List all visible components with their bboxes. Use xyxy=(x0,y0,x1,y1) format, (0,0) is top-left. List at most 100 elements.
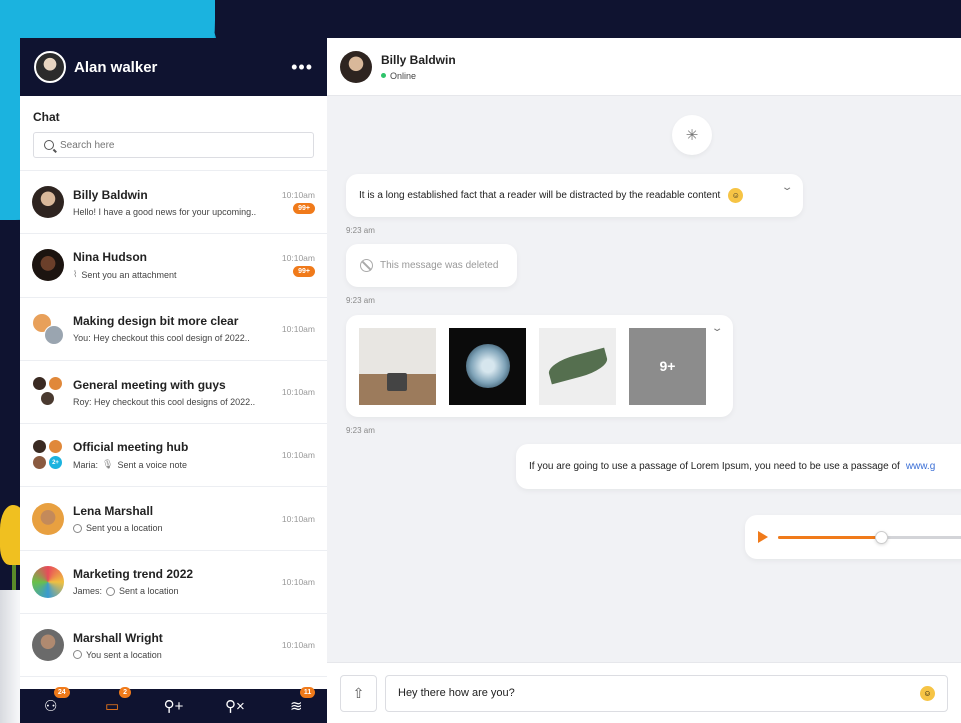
message-time: 9:23 am xyxy=(346,226,375,235)
avatar xyxy=(32,186,64,219)
avatar xyxy=(32,502,64,535)
chat-time: 10:10am xyxy=(281,576,315,587)
member-avatar xyxy=(32,455,47,471)
chat-time: 10:10am xyxy=(281,190,315,201)
loading-spinner-icon: ✳ xyxy=(672,115,712,155)
contact-avatar[interactable] xyxy=(340,50,372,83)
chevron-down-icon[interactable]: ⌄ xyxy=(711,323,724,334)
image-gallery-message: 9+ ⌄ xyxy=(346,315,733,417)
chat-time: 10:10am xyxy=(281,323,315,334)
avatar xyxy=(32,629,64,662)
search-box[interactable] xyxy=(33,132,314,158)
gallery-image-rose[interactable] xyxy=(449,327,526,405)
message-time: 9:23 am xyxy=(346,426,375,435)
message-text: It is a long established fact that a rea… xyxy=(359,190,721,201)
layers-nav-button[interactable]: ≋ 11 xyxy=(283,687,316,719)
chat-preview: Sent you an attachment xyxy=(81,269,177,280)
emoji-picker-icon[interactable]: ☺ xyxy=(920,685,935,701)
chat-bubble-icon: ▭ xyxy=(104,698,120,715)
chat-preview: Roy: Hey checkout this cool designs of 2… xyxy=(73,396,256,407)
chat-item-lena-marshall[interactable]: Lena Marshall Sent you a location 10:10a… xyxy=(20,487,327,551)
gallery-more-images[interactable]: 9+ xyxy=(629,327,706,405)
chat-item-official-meeting[interactable]: 2+ Official meeting hub Maria: 🎙 Sent a vo… xyxy=(20,424,327,488)
chat-time: 10:10am xyxy=(281,253,315,264)
user-x-icon: ⚲× xyxy=(224,698,245,715)
chat-item-billy-baldwin[interactable]: Billy Baldwin Hello! I have a good news … xyxy=(20,171,327,235)
contacts-nav-button[interactable]: ⚇ 24 xyxy=(38,687,70,719)
extra-members-badge: 2+ xyxy=(48,455,63,471)
message-input-box[interactable]: ☺ xyxy=(385,674,948,712)
user-plus-icon: ⚲+ xyxy=(163,698,184,715)
more-options-icon[interactable]: ••• xyxy=(291,57,313,78)
deleted-message[interactable]: This message was deleted xyxy=(346,244,517,287)
chats-nav-button[interactable]: ▭ 2 xyxy=(99,687,132,719)
chat-item-general-meeting[interactable]: General meeting with guys Roy: Hey check… xyxy=(20,361,327,425)
search-input[interactable] xyxy=(60,139,300,151)
message-composer: ⇧ ☺ xyxy=(327,662,961,723)
chat-item-marshall-wright[interactable]: Marshall Wright You sent a location 10:1… xyxy=(20,614,327,678)
chat-name: Marshall Wright xyxy=(73,630,163,645)
upload-icon: ⇧ xyxy=(352,684,365,701)
sender-name: Maria: xyxy=(73,459,99,470)
chat-time: 10:10am xyxy=(281,387,315,398)
member-avatar xyxy=(48,439,63,455)
member-avatar xyxy=(32,439,47,455)
chat-preview: You sent a location xyxy=(86,649,162,660)
chat-preview: Sent you a location xyxy=(86,523,163,534)
gallery-image-leaf[interactable] xyxy=(539,327,616,405)
message-text: If you are going to use a passage of Lor… xyxy=(529,461,900,472)
user-name: Alan walker xyxy=(74,58,158,76)
voice-progress-track[interactable] xyxy=(778,530,961,544)
message-link[interactable]: www.g xyxy=(906,461,935,472)
message-time: 9:23 am xyxy=(346,296,375,305)
user-avatar[interactable] xyxy=(34,51,66,83)
outgoing-message[interactable]: If you are going to use a passage of Lor… xyxy=(516,444,961,489)
chevron-down-icon[interactable]: ⌄ xyxy=(781,182,794,193)
sender-name: James: xyxy=(73,586,103,597)
avatar xyxy=(32,565,64,598)
chat-preview: Sent a voice note xyxy=(117,459,188,470)
paperclip-icon: ⌇ xyxy=(73,269,78,280)
chat-time: 10:10am xyxy=(281,513,315,524)
layers-icon: ≋ xyxy=(289,698,303,715)
chat-name: Marketing trend 2022 xyxy=(73,567,194,582)
message-input[interactable] xyxy=(398,687,912,699)
chat-name: Nina Hudson xyxy=(73,250,147,265)
online-indicator xyxy=(381,73,386,78)
unread-badge: 99+ xyxy=(293,203,315,215)
contacts-badge: 24 xyxy=(53,687,70,698)
member-avatar xyxy=(32,376,47,392)
add-user-nav-button[interactable]: ⚲+ xyxy=(160,693,186,719)
upload-button[interactable]: ⇧ xyxy=(340,674,377,712)
chat-time: 10:10am xyxy=(281,450,315,461)
chat-item-nina-hudson[interactable]: Nina Hudson ⌇ Sent you an attachment 10:1… xyxy=(20,234,327,298)
group-avatar: 2+ xyxy=(32,439,64,471)
chat-item-design-group[interactable]: Making design bit more clear You: Hey ch… xyxy=(20,298,327,361)
chat-preview: Sent a location xyxy=(119,586,179,597)
chat-name: Lena Marshall xyxy=(73,504,154,519)
conversation-header: Billy Baldwin Online xyxy=(327,38,961,96)
unread-badge: 99+ xyxy=(293,266,315,278)
incoming-message[interactable]: It is a long established fact that a rea… xyxy=(346,174,803,217)
chat-name: Billy Baldwin xyxy=(73,187,148,202)
member-avatar xyxy=(44,324,64,345)
chat-name: Official meeting hub xyxy=(73,440,189,455)
search-icon xyxy=(44,140,54,150)
chat-item-marketing-trend[interactable]: Marketing trend 2022 James: Sent a locati… xyxy=(20,551,327,615)
group-avatar xyxy=(32,376,64,408)
location-icon xyxy=(73,523,82,533)
group-avatar xyxy=(32,312,64,345)
layers-badge: 11 xyxy=(299,687,316,698)
voice-progress-fill xyxy=(778,535,881,539)
deleted-text: This message was deleted xyxy=(380,260,499,271)
remove-user-nav-button[interactable]: ⚲× xyxy=(222,693,248,719)
ban-icon xyxy=(360,259,373,272)
gallery-image-mug[interactable] xyxy=(359,327,436,405)
play-icon[interactable] xyxy=(758,531,768,543)
chat-preview: You: Hey checkout this cool design of 20… xyxy=(73,333,250,344)
voice-progress-handle[interactable] xyxy=(874,530,888,544)
chats-badge: 2 xyxy=(119,687,132,698)
chat-section-title: Chat xyxy=(33,110,60,124)
mic-icon: 🎙 xyxy=(102,459,114,470)
chat-name: General meeting with guys xyxy=(73,377,226,392)
